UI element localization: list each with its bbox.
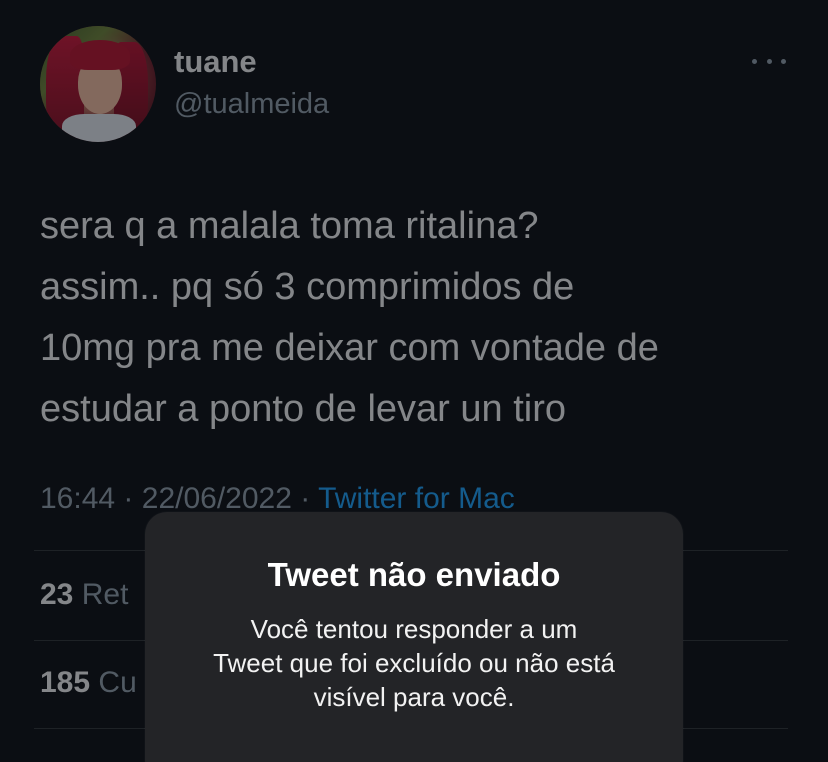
tweet-meta: 16:44 · 22/06/2022 · Twitter for Mac xyxy=(40,482,515,516)
tweet-source-link[interactable]: Twitter for Mac xyxy=(318,482,515,515)
retweets-stat[interactable]: 23 Ret xyxy=(40,578,128,612)
alert-title: Tweet não enviado xyxy=(267,556,561,593)
tweet-time: 16:44 xyxy=(40,482,116,515)
error-toast: Tweet não enviado Você tentou responder … xyxy=(145,512,683,762)
likes-stat[interactable]: 185 Cu xyxy=(40,666,137,700)
likes-label: Cu xyxy=(98,666,137,699)
likes-count: 185 xyxy=(40,666,91,699)
alert-message: Você tentou responder a um Tweet que foi… xyxy=(213,614,615,712)
tweet-date: 22/06/2022 xyxy=(141,482,292,515)
avatar[interactable] xyxy=(40,26,156,142)
retweets-count: 23 xyxy=(40,578,74,611)
tweet-text: sera q a malala toma ritalina? assim.. p… xyxy=(40,205,659,430)
meta-separator: · xyxy=(123,482,134,515)
more-options-icon[interactable] xyxy=(752,54,786,68)
display-name[interactable]: tuane xyxy=(174,44,257,80)
retweets-label: Ret xyxy=(81,578,129,611)
screen: tuane @tualmeida sera q a malala toma ri… xyxy=(0,0,828,762)
user-handle[interactable]: @tualmeida xyxy=(174,88,329,121)
meta-separator: · xyxy=(300,482,311,515)
